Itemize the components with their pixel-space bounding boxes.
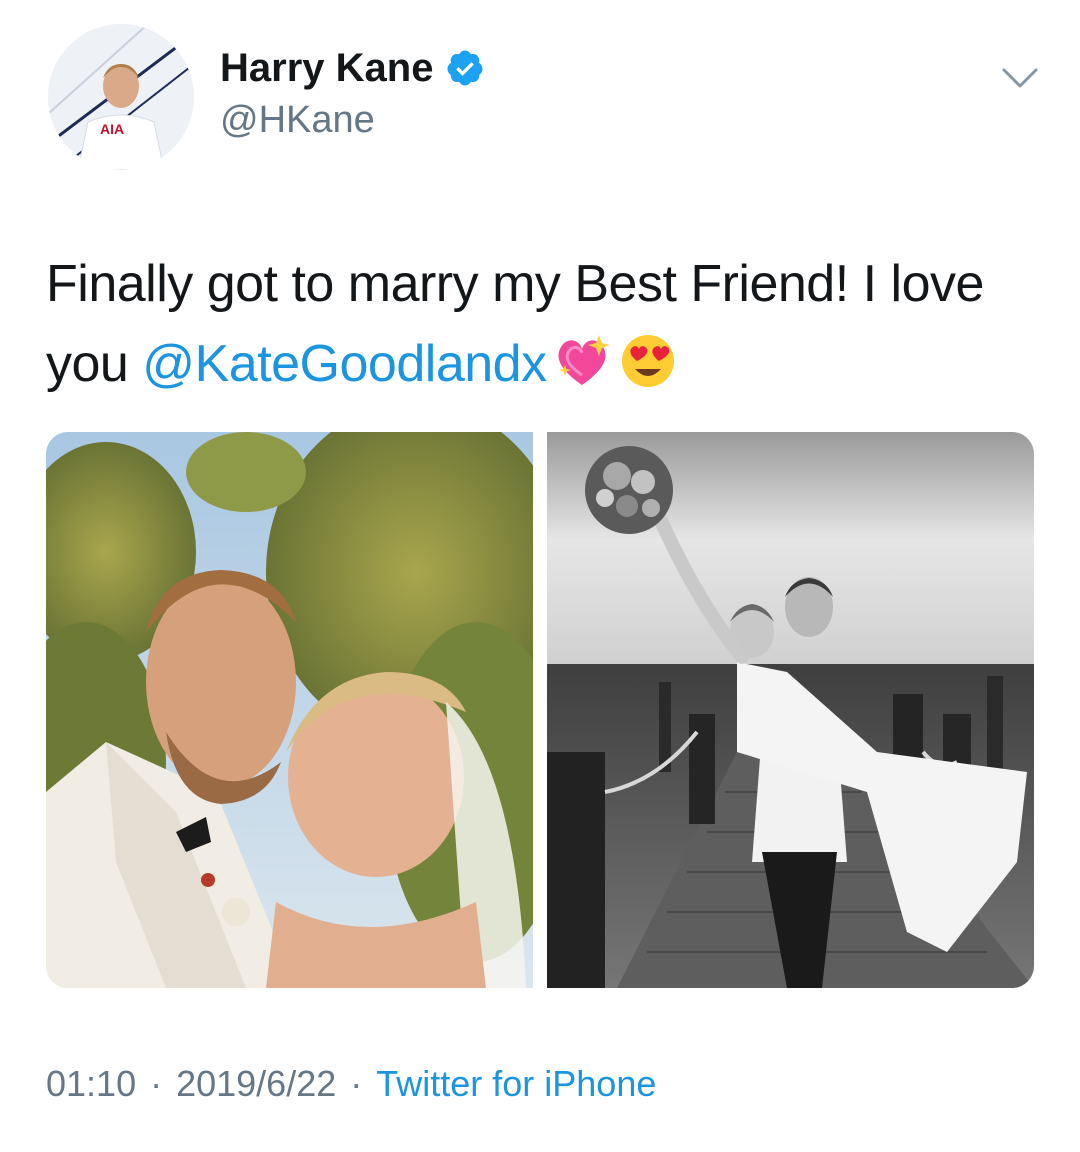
tweet-meta: 01:10 · 2019/6/22 · Twitter for iPhone [46,1060,656,1108]
avatar-jersey-text: AIA [100,121,124,137]
author-name-row: Harry Kane [220,44,485,92]
meta-separator: · [150,1063,163,1104]
avatar[interactable]: AIA [48,24,194,170]
tweet-source-link[interactable]: Twitter for iPhone [376,1063,656,1104]
heart-eyes-emoji-icon [617,331,679,391]
wedding-photo-bw[interactable] [547,432,1034,988]
tweet-time[interactable]: 01:10 [46,1063,136,1104]
media-grid [46,432,1034,988]
chevron-down-icon[interactable] [996,60,1044,96]
verified-badge-icon [445,48,485,88]
sparkling-heart-emoji-icon [551,331,613,391]
tweet-date[interactable]: 2019/6/22 [176,1063,336,1104]
avatar-image: AIA [48,24,194,170]
meta-separator: · [350,1063,363,1104]
author-handle[interactable]: @HKane [220,96,375,144]
tweet-text: Finally got to marry my Best Friend! I l… [46,244,1036,404]
mention-link[interactable]: @KateGoodlandx [142,335,547,393]
wedding-photo-color[interactable] [46,432,533,988]
display-name[interactable]: Harry Kane [220,44,433,92]
